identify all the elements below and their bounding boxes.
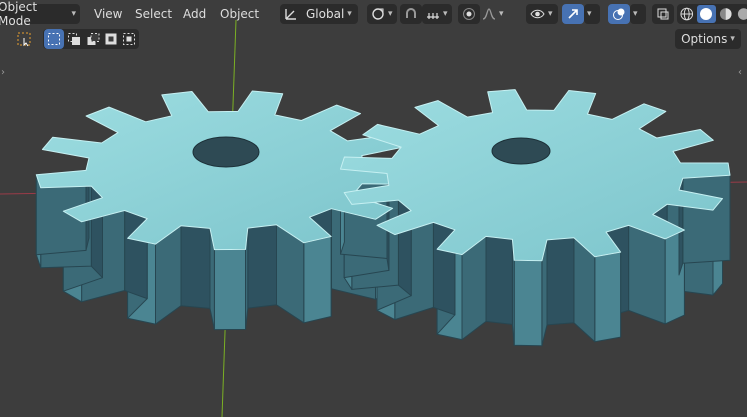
snap-toggle[interactable] <box>400 4 422 24</box>
solid-shading-icon[interactable] <box>696 5 716 23</box>
select-mode-new[interactable] <box>44 29 64 49</box>
gear-right-hole <box>491 137 551 165</box>
menu-object[interactable]: Object <box>220 5 259 23</box>
chevron-down-icon: ▾ <box>443 9 448 19</box>
gear-right-side-face <box>513 259 543 347</box>
transform-orientation-dropdown[interactable]: Global ▾ <box>280 4 358 24</box>
mode-dropdown[interactable]: Object Mode ▾ <box>0 0 80 28</box>
options-dropdown[interactable]: Options ▾ <box>675 29 741 49</box>
xray-icon <box>657 8 669 20</box>
select-new-icon <box>48 33 60 45</box>
pivot-point-icon <box>372 8 384 20</box>
proportional-editing-icon <box>463 8 475 20</box>
chevron-down-icon: ▾ <box>499 9 504 19</box>
menu-select[interactable]: Select <box>135 5 172 23</box>
3d-viewport[interactable] <box>0 0 747 417</box>
gear-right-side-face <box>628 224 666 325</box>
chevron-down-icon: ▾ <box>633 9 638 19</box>
visibility-dropdown[interactable]: ▾ <box>526 4 558 24</box>
select-intersect-icon <box>123 33 135 45</box>
select-mode-intersect[interactable] <box>119 29 139 49</box>
select-tool-button[interactable] <box>14 29 34 49</box>
chevron-down-icon: ▾ <box>730 34 735 44</box>
overlay-icon <box>613 8 625 20</box>
falloff-dropdown[interactable]: ▾ <box>478 4 508 24</box>
transform-orientation-icon <box>285 9 296 20</box>
orientation-label: Global <box>306 7 345 21</box>
chevron-down-icon: ▾ <box>587 9 592 19</box>
chevron-down-icon: ▾ <box>347 9 352 19</box>
gear-left-side-face <box>247 224 277 309</box>
select-invert-icon <box>105 33 117 45</box>
eye-icon <box>530 9 545 19</box>
select-mode-invert[interactable] <box>101 29 121 49</box>
chevron-down-icon: ▾ <box>71 9 76 19</box>
snap-target-dropdown[interactable]: ▾ <box>422 4 452 24</box>
snap-magnet-icon <box>406 8 416 18</box>
chevron-down-icon: ▾ <box>388 9 393 19</box>
toolbar-expand-arrow[interactable]: › <box>1 67 5 78</box>
rendered-shading-icon[interactable] <box>735 6 747 22</box>
shading-mode-group <box>677 4 747 24</box>
select-box-icon <box>17 32 31 47</box>
xray-toggle[interactable] <box>652 4 674 24</box>
gizmo-dropdown[interactable]: ▾ <box>584 4 600 24</box>
gear-right-side-face <box>546 237 575 326</box>
pivot-point-dropdown[interactable]: ▾ <box>367 4 397 24</box>
menu-add[interactable]: Add <box>183 5 206 23</box>
chevron-down-icon: ▾ <box>548 9 553 19</box>
viewport-header: Object Mode ▾ View Select Add Object Glo… <box>0 0 747 29</box>
menu-view[interactable]: View <box>94 5 122 23</box>
material-shading-icon[interactable] <box>718 6 734 22</box>
gear-left-side-face <box>303 236 332 324</box>
select-extend-icon <box>68 33 80 45</box>
gizmo-toggle[interactable] <box>562 4 584 24</box>
options-label: Options <box>681 32 728 46</box>
gear-right-side-face <box>594 251 622 343</box>
snap-increment-icon <box>427 13 439 19</box>
select-subtract-icon <box>87 33 100 45</box>
gear-left-side-face <box>213 248 246 331</box>
overlay-toggle[interactable] <box>608 4 630 24</box>
gear-left-side-face <box>180 225 211 309</box>
gear-right-side-face <box>485 235 513 325</box>
falloff-curve-icon <box>482 8 496 20</box>
wireframe-shading-icon[interactable] <box>679 6 695 22</box>
select-mode-extend[interactable] <box>64 29 84 49</box>
mode-label: Object Mode <box>0 0 38 28</box>
sidebar-expand-arrow[interactable]: ‹ <box>738 67 742 78</box>
gizmo-arrow-icon <box>568 9 578 19</box>
overlay-dropdown[interactable]: ▾ <box>630 4 646 24</box>
select-mode-subtract[interactable] <box>83 29 103 49</box>
gear-left-hole <box>192 136 260 168</box>
gear-right-side-face <box>682 174 731 264</box>
proportional-editing-toggle[interactable] <box>458 4 480 24</box>
